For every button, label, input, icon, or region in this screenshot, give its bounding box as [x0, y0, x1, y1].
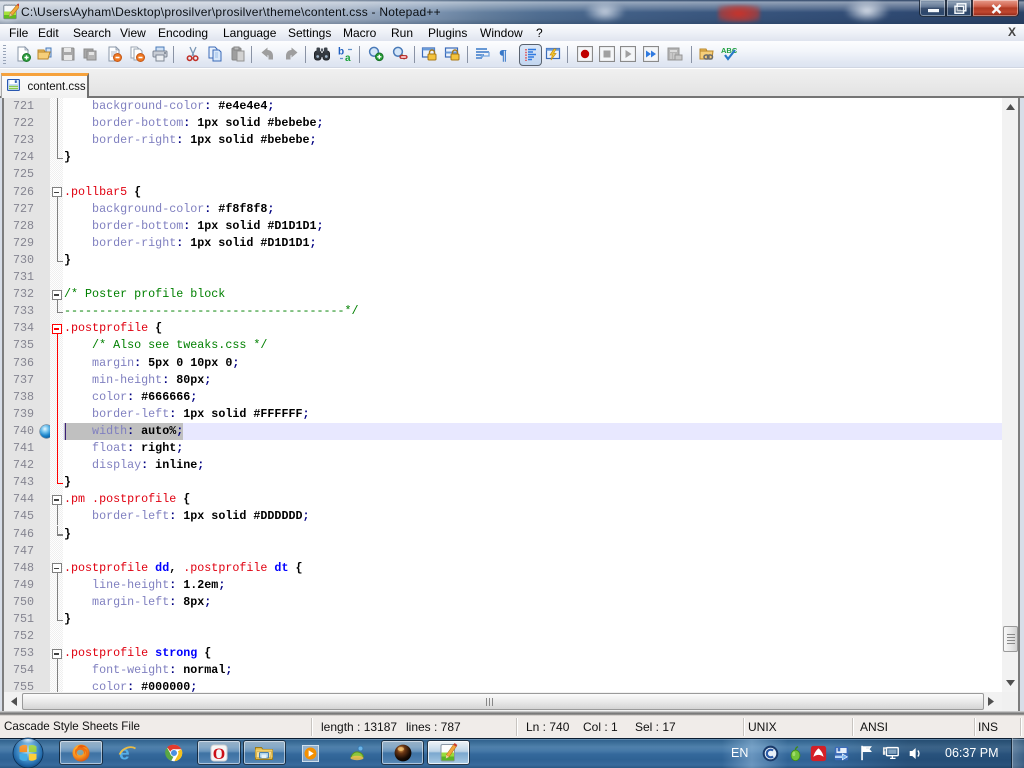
svg-text:b: b — [338, 47, 344, 58]
svg-text:¶: ¶ — [499, 48, 507, 63]
svg-text:a: a — [345, 53, 351, 62]
svg-text:O: O — [213, 746, 225, 763]
